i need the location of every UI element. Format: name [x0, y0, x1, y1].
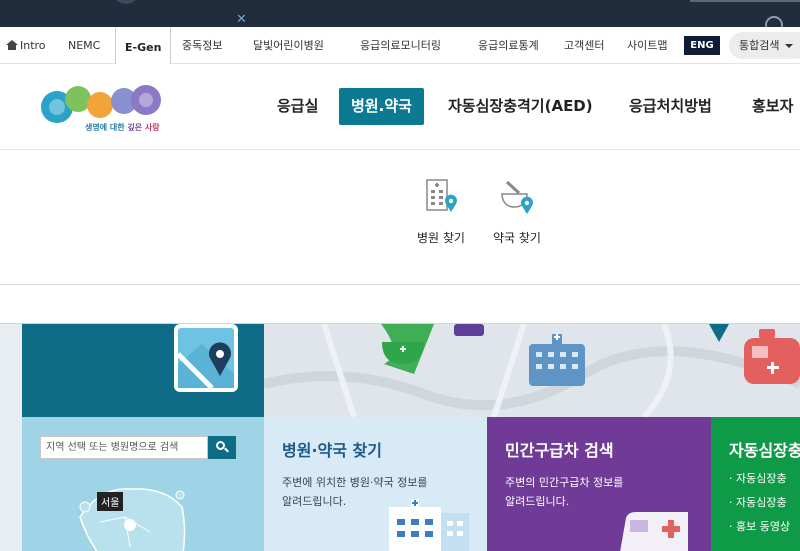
nav-poison-info-link[interactable]: 중독정보	[182, 27, 222, 64]
close-icon: ✕	[236, 12, 247, 27]
gnb-promotion[interactable]: 홍보자	[752, 88, 793, 125]
aed-list-item-label: 자동심장충	[736, 496, 787, 509]
mortar-pestle-icon	[501, 180, 533, 214]
seoul-region-tag[interactable]: 서울	[97, 492, 124, 511]
nav-intro-label: Intro	[20, 39, 46, 52]
nav-sitemap-link[interactable]: 사이트맵	[627, 27, 667, 64]
find-pharmacy-label: 약국 찾기	[493, 231, 541, 245]
find-pharmacy-link[interactable]: 약국 찾기	[486, 176, 548, 246]
nav-statistics-link[interactable]: 응급의료통계	[478, 27, 539, 64]
egen-logo-graphic	[41, 85, 161, 123]
integrated-search-label: 통합검색	[739, 39, 780, 52]
map-search-banner	[22, 324, 264, 425]
submenu-panel: 병원 찾기 약국 찾기	[0, 150, 800, 285]
nav-monitoring-link[interactable]: 응급의료모니터링	[360, 27, 441, 64]
hospital-card-desc-line1: 주변에 위치한 병원·약국 정보를	[282, 476, 428, 489]
hospital-pharmacy-card[interactable]: 병원·약국 찾기 주변에 위치한 병원·약국 정보를 알려드립니다.	[264, 417, 487, 551]
aed-list-item[interactable]: · 자동심장충	[729, 491, 800, 515]
gnb-hospital-pharmacy[interactable]: 병원.약국	[339, 88, 424, 125]
hospital-building-icon	[389, 499, 469, 551]
private-ambulance-card[interactable]: 민간구급차 검색 주변의 민간구급차 정보를 알려드립니다.	[487, 417, 711, 551]
find-hospital-label: 병원 찾기	[417, 231, 465, 245]
integrated-search-dropdown[interactable]: 통합검색	[729, 32, 800, 59]
nav-intro-link[interactable]: Intro	[6, 27, 46, 64]
region-map-card: 지역 선택 또는 병원명으로 검색 서울	[22, 417, 264, 551]
ambulance-card-title: 민간구급차 검색	[505, 441, 614, 460]
logo-slogan: 생명에 대한 깊은 사랑	[85, 122, 160, 133]
english-button[interactable]: ENG	[684, 36, 720, 55]
slogan-part-1: 생명에 대한	[85, 123, 128, 132]
search-icon-handle	[224, 447, 229, 453]
region-search-button[interactable]	[208, 436, 236, 459]
divider	[690, 0, 800, 2]
caret-down-icon	[785, 44, 794, 48]
utility-nav: Intro NEMC E-Gen 중독정보 달빛어린이병원 응급의료모니터링 응…	[0, 27, 800, 65]
korea-map-illustration	[79, 488, 186, 551]
background-map-illustration	[264, 324, 800, 417]
slogan-part-3: 사랑	[144, 123, 160, 132]
gnb-first-aid[interactable]: 응급처치방법	[629, 88, 712, 125]
map-pin-icon	[174, 324, 238, 392]
ambulance-card-desc-line2: 알려드립니다.	[505, 495, 570, 508]
region-search-input[interactable]: 지역 선택 또는 병원명으로 검색	[40, 436, 208, 459]
gnb-aed[interactable]: 자동심장충격기(AED)	[448, 88, 593, 125]
aed-list-item[interactable]: · 홍보 동영상	[729, 515, 800, 539]
nav-moonlight-hospital-link[interactable]: 달빛어린이병원	[253, 27, 324, 64]
aed-list-item-label: 홍보 동영상	[736, 520, 791, 533]
browser-top-band: ✕	[0, 0, 800, 27]
nav-egen-tab[interactable]: E-Gen	[115, 27, 172, 65]
background-decoration	[112, 0, 140, 4]
site-header: 생명에 대한 깊은 사랑 응급실 병원.약국 자동심장충격기(AED) 응급처치…	[0, 64, 800, 150]
slogan-part-2: 깊은	[127, 123, 145, 132]
hero-section: 지역 선택 또는 병원명으로 검색 서울 병원·약국 찾기 주변에 위치한 병원…	[0, 324, 800, 551]
content-divider-strip	[0, 286, 800, 324]
hospital-building-icon	[426, 179, 457, 212]
home-icon	[6, 40, 18, 50]
aed-list-item[interactable]: · 자동심장충	[729, 467, 800, 491]
aed-card-list: · 자동심장충 · 자동심장충 · 홍보 동영상	[729, 467, 800, 539]
aed-card-title: 자동심장충	[729, 441, 800, 460]
gnb-emergency-room[interactable]: 응급실	[277, 88, 318, 125]
egen-logo[interactable]: 생명에 대한 깊은 사랑	[40, 81, 165, 137]
find-hospital-link[interactable]: 병원 찾기	[410, 176, 472, 246]
hospital-card-title: 병원·약국 찾기	[282, 441, 382, 460]
aed-card[interactable]: 자동심장충 · 자동심장충 · 자동심장충 · 홍보 동영상	[711, 417, 800, 551]
aed-list-item-label: 자동심장충	[736, 472, 787, 485]
nav-customer-center-link[interactable]: 고객센터	[564, 27, 604, 64]
ambulance-card-desc-line1: 주변의 민간구급차 정보를	[505, 476, 624, 489]
search-icon	[765, 16, 783, 27]
nav-nemc-link[interactable]: NEMC	[68, 27, 100, 64]
ambulance-icon	[620, 512, 688, 551]
